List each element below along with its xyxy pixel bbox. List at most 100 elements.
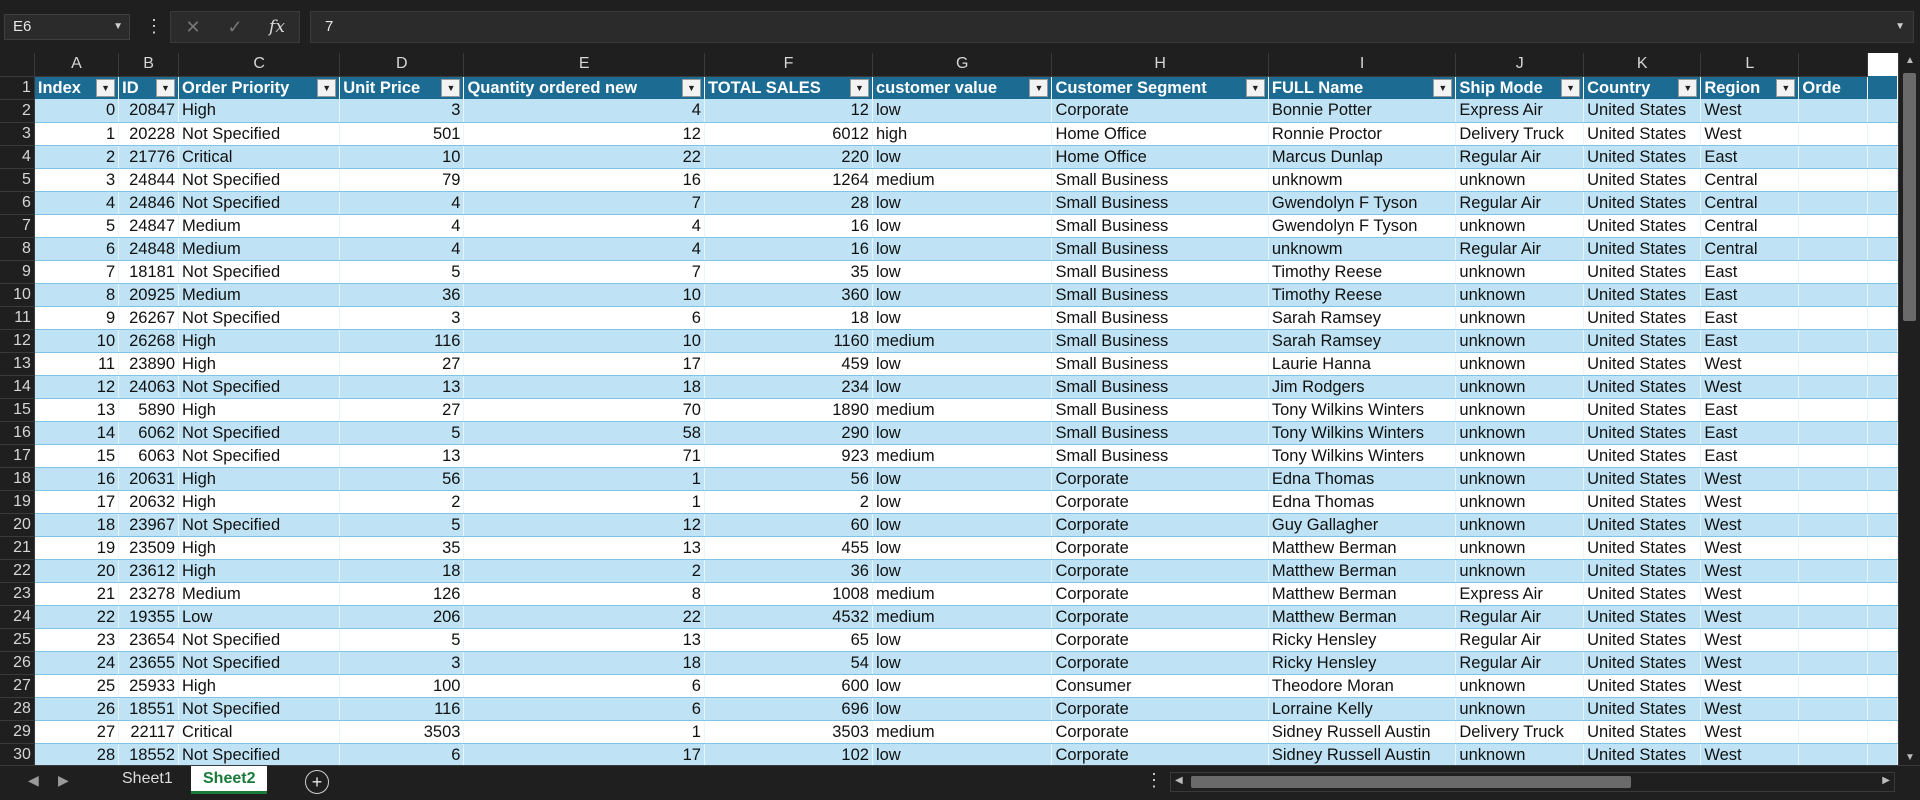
table-cell[interactable]: 28 xyxy=(704,191,873,215)
table-cell[interactable]: 6 xyxy=(463,674,705,698)
table-cell[interactable]: 13 xyxy=(339,444,465,468)
table-cell[interactable]: United States xyxy=(1583,398,1702,422)
table-cell[interactable]: High xyxy=(178,352,341,376)
row-number[interactable]: 12 xyxy=(0,329,35,353)
empty-cell[interactable] xyxy=(1867,697,1898,721)
table-cell[interactable]: Small Business xyxy=(1051,375,1269,399)
table-cell[interactable]: Sidney Russell Austin xyxy=(1268,743,1457,765)
table-cell[interactable]: East xyxy=(1700,260,1800,284)
empty-cell[interactable] xyxy=(1867,582,1898,606)
table-cell[interactable]: Delivery Truck xyxy=(1455,720,1585,744)
table-cell[interactable]: unknown xyxy=(1455,444,1585,468)
insert-function-icon[interactable]: fx xyxy=(257,12,297,42)
table-cell[interactable]: 58 xyxy=(463,421,705,445)
row-number[interactable]: 19 xyxy=(0,490,35,514)
table-cell[interactable]: Central xyxy=(1700,168,1800,192)
table-cell[interactable]: East xyxy=(1700,421,1800,445)
column-header-cell[interactable]: Customer Segment ▼ xyxy=(1051,76,1269,99)
table-cell[interactable]: Laurie Hanna xyxy=(1268,352,1457,376)
table-cell[interactable]: Ricky Hensley xyxy=(1268,651,1457,675)
column-letter-J[interactable]: J xyxy=(1455,53,1585,77)
empty-cell[interactable] xyxy=(1867,398,1898,422)
table-cell[interactable]: Small Business xyxy=(1051,352,1269,376)
table-cell[interactable]: Corporate xyxy=(1051,605,1269,629)
table-cell[interactable]: Not Specified xyxy=(178,743,341,765)
table-cell[interactable]: 4 xyxy=(463,99,705,123)
empty-cell[interactable] xyxy=(1867,720,1898,744)
table-cell[interactable]: West xyxy=(1700,352,1800,376)
table-cell[interactable]: 4 xyxy=(339,191,465,215)
table-cell[interactable] xyxy=(1798,674,1868,698)
table-cell[interactable] xyxy=(1798,237,1868,261)
table-cell[interactable]: 13 xyxy=(339,375,465,399)
empty-cell[interactable] xyxy=(1867,375,1898,399)
table-cell[interactable]: 9 xyxy=(34,306,120,330)
row-number[interactable]: 3 xyxy=(0,122,35,146)
table-cell[interactable]: United States xyxy=(1583,674,1702,698)
empty-cell[interactable] xyxy=(1867,513,1898,537)
column-header-cell[interactable]: Country ▼ xyxy=(1583,76,1702,99)
table-cell[interactable]: High xyxy=(178,536,341,560)
table-cell[interactable]: Corporate xyxy=(1051,513,1269,537)
table-cell[interactable]: Critical xyxy=(178,145,341,169)
table-cell[interactable]: low xyxy=(872,306,1053,330)
table-cell[interactable]: 18552 xyxy=(118,743,179,765)
table-cell[interactable]: 7 xyxy=(463,191,705,215)
empty-cell[interactable] xyxy=(1867,76,1898,99)
column-letter-C[interactable]: C xyxy=(178,53,341,77)
table-cell[interactable]: 6062 xyxy=(118,421,179,445)
table-cell[interactable]: 16 xyxy=(704,214,873,238)
table-cell[interactable]: 4 xyxy=(34,191,120,215)
table-cell[interactable]: unknown xyxy=(1455,306,1585,330)
table-cell[interactable]: low xyxy=(872,260,1053,284)
table-cell[interactable]: Not Specified xyxy=(178,651,341,675)
table-cell[interactable]: Regular Air xyxy=(1455,605,1585,629)
table-cell[interactable]: Sarah Ramsey xyxy=(1268,306,1457,330)
row-number[interactable]: 6 xyxy=(0,191,35,215)
table-cell[interactable]: low xyxy=(872,513,1053,537)
table-cell[interactable]: 501 xyxy=(339,122,465,146)
empty-cell[interactable] xyxy=(1867,444,1898,468)
scroll-left-icon[interactable]: ◀ xyxy=(1175,775,1183,786)
table-cell[interactable]: 18 xyxy=(34,513,120,537)
spreadsheet-grid[interactable]: ABCDEFGHIJKL 1 Index ▼ ID ▼ Order Priority ▼ Un… xyxy=(0,53,1898,765)
row-number[interactable]: 4 xyxy=(0,145,35,169)
table-cell[interactable]: 19 xyxy=(34,536,120,560)
table-cell[interactable]: unknowm xyxy=(1268,168,1457,192)
row-number[interactable]: 11 xyxy=(0,306,35,330)
row-number[interactable]: 27 xyxy=(0,674,35,698)
table-cell[interactable]: Theodore Moran xyxy=(1268,674,1457,698)
table-cell[interactable]: Tony Wilkins Winters xyxy=(1268,398,1457,422)
table-cell[interactable]: 3 xyxy=(339,651,465,675)
table-cell[interactable]: 23655 xyxy=(118,651,179,675)
horizontal-scroll-thumb[interactable] xyxy=(1191,776,1631,788)
table-cell[interactable]: 26267 xyxy=(118,306,179,330)
table-cell[interactable]: 5 xyxy=(34,214,120,238)
table-cell[interactable]: low xyxy=(872,145,1053,169)
table-cell[interactable]: Not Specified xyxy=(178,513,341,537)
table-cell[interactable] xyxy=(1798,99,1868,123)
table-cell[interactable]: Corporate xyxy=(1051,536,1269,560)
row-number[interactable]: 1 xyxy=(0,76,35,100)
table-cell[interactable]: United States xyxy=(1583,467,1702,491)
table-cell[interactable]: 8 xyxy=(34,283,120,307)
table-cell[interactable]: Not Specified xyxy=(178,122,341,146)
table-cell[interactable]: unknown xyxy=(1455,352,1585,376)
table-cell[interactable]: low xyxy=(872,375,1053,399)
table-cell[interactable]: United States xyxy=(1583,743,1702,765)
table-cell[interactable]: 4532 xyxy=(704,605,873,629)
table-cell[interactable]: low xyxy=(872,628,1053,652)
table-cell[interactable]: United States xyxy=(1583,651,1702,675)
table-cell[interactable]: Small Business xyxy=(1051,214,1269,238)
empty-cell[interactable] xyxy=(1867,260,1898,284)
table-cell[interactable]: 60 xyxy=(704,513,873,537)
column-letter-K[interactable]: K xyxy=(1583,53,1702,77)
table-cell[interactable]: low xyxy=(872,559,1053,583)
row-number[interactable]: 15 xyxy=(0,398,35,422)
row-number[interactable]: 7 xyxy=(0,214,35,238)
filter-dropdown-icon[interactable]: ▼ xyxy=(1561,78,1581,97)
filter-dropdown-icon[interactable]: ▼ xyxy=(156,78,175,97)
table-cell[interactable]: 455 xyxy=(704,536,873,560)
table-cell[interactable]: 24063 xyxy=(118,375,179,399)
table-cell[interactable]: 22 xyxy=(34,605,120,629)
